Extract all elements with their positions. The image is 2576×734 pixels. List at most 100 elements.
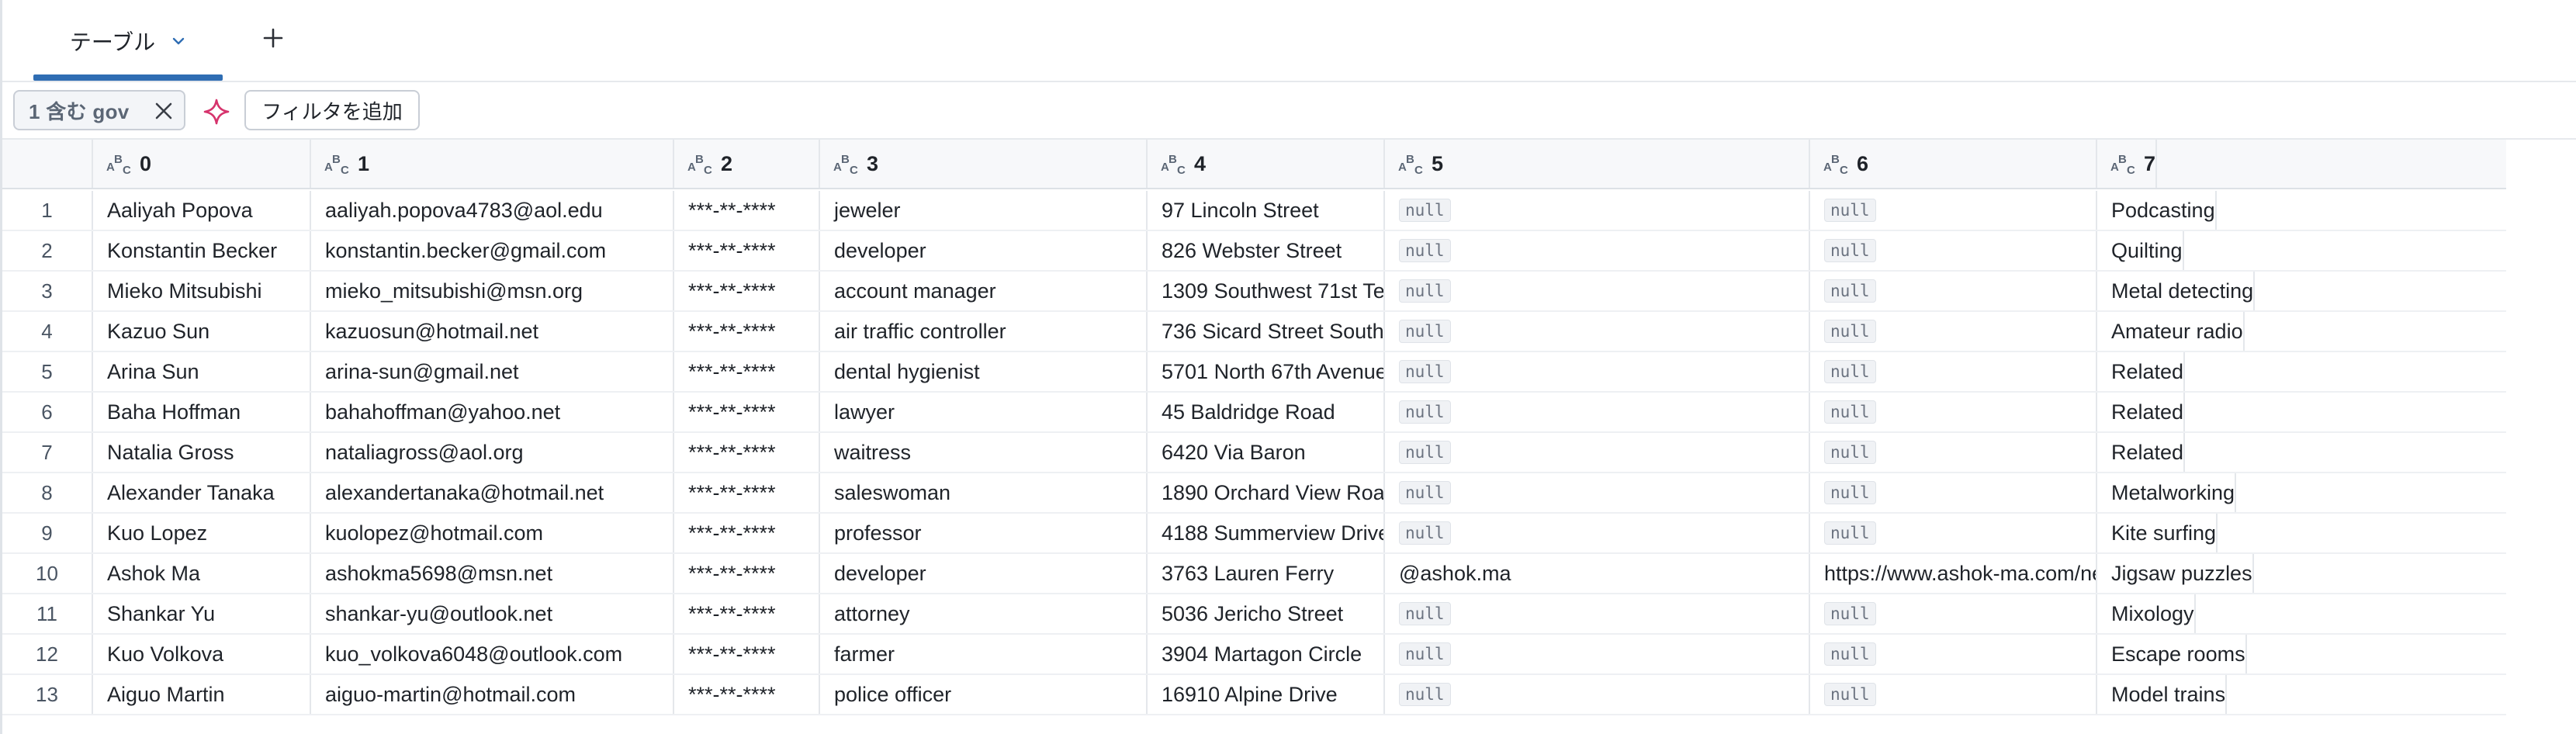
table-cell[interactable]: developer xyxy=(820,554,1148,593)
table-cell[interactable]: Jigsaw puzzles xyxy=(2097,554,2254,593)
table-cell[interactable]: Arina Sun xyxy=(93,352,311,391)
table-cell[interactable]: farmer xyxy=(820,635,1148,673)
table-cell[interactable]: ***-**-**** xyxy=(674,594,820,633)
table-cell[interactable]: ***-**-**** xyxy=(674,352,820,391)
table-row[interactable]: 9 Kuo Lopez kuolopez@hotmail.com ***-**-***… xyxy=(2,514,2506,554)
table-cell[interactable]: ***-**-**** xyxy=(674,312,820,351)
table-cell[interactable]: alexandertanaka@hotmail.net xyxy=(311,473,674,512)
table-cell[interactable]: 1309 Southwest 71st Terrace xyxy=(1148,272,1385,310)
chevron-down-icon[interactable] xyxy=(171,33,186,49)
table-cell[interactable]: kazuosun@hotmail.net xyxy=(311,312,674,351)
table-cell[interactable]: Related xyxy=(2097,352,2186,391)
table-cell[interactable]: null xyxy=(1810,514,2097,552)
table-cell[interactable]: Baha Hoffman xyxy=(93,393,311,431)
column-header-7[interactable]: ABC 7 xyxy=(2097,140,2158,188)
table-cell[interactable]: null xyxy=(1810,352,2097,391)
table-cell[interactable]: null xyxy=(1810,272,2097,310)
add-filter-button[interactable]: フィルタを追加 xyxy=(244,90,420,130)
table-cell[interactable]: ***-**-**** xyxy=(674,272,820,310)
table-row[interactable]: 4 Kazuo Sun kazuosun@hotmail.net ***-**-***… xyxy=(2,312,2506,352)
table-cell[interactable]: null xyxy=(1810,312,2097,351)
table-cell[interactable]: Podcasting xyxy=(2097,191,2217,230)
close-icon[interactable] xyxy=(153,100,175,122)
table-row[interactable]: 8 Alexander Tanaka alexandertanaka@hotmail… xyxy=(2,473,2506,514)
table-cell[interactable]: null xyxy=(1385,594,1810,633)
table-cell[interactable]: null xyxy=(1385,312,1810,351)
table-cell[interactable]: null xyxy=(1810,191,2097,230)
table-cell[interactable]: 3904 Martagon Circle xyxy=(1148,635,1385,673)
table-cell[interactable]: Natalia Gross xyxy=(93,433,311,472)
table-cell[interactable]: null xyxy=(1385,393,1810,431)
table-cell[interactable]: aaliyah.popova4783@aol.edu xyxy=(311,191,674,230)
table-cell[interactable]: Shankar Yu xyxy=(93,594,311,633)
column-header-6[interactable]: ABC 6 xyxy=(1810,140,2097,188)
column-header-4[interactable]: ABC 4 xyxy=(1148,140,1385,188)
table-cell[interactable]: mieko_mitsubishi@msn.org xyxy=(311,272,674,310)
table-cell[interactable]: 16910 Alpine Drive xyxy=(1148,675,1385,714)
table-cell[interactable]: ashokma5698@msn.net xyxy=(311,554,674,593)
table-cell[interactable]: Kazuo Sun xyxy=(93,312,311,351)
table-row[interactable]: 10 Ashok Ma ashokma5698@msn.net ***-**-****… xyxy=(2,554,2506,594)
table-cell[interactable]: Escape rooms xyxy=(2097,635,2247,673)
table-cell[interactable]: null xyxy=(1810,675,2097,714)
table-cell[interactable]: 97 Lincoln Street xyxy=(1148,191,1385,230)
table-cell[interactable]: Quilting xyxy=(2097,231,2184,270)
table-cell[interactable]: null xyxy=(1385,352,1810,391)
table-cell[interactable]: null xyxy=(1810,594,2097,633)
table-cell[interactable]: konstantin.becker@gmail.com xyxy=(311,231,674,270)
table-cell[interactable]: lawyer xyxy=(820,393,1148,431)
table-cell[interactable]: nataliagross@aol.org xyxy=(311,433,674,472)
table-cell[interactable]: 4188 Summerview Drive xyxy=(1148,514,1385,552)
table-cell[interactable]: Related xyxy=(2097,393,2186,431)
table-cell[interactable]: Ashok Ma xyxy=(93,554,311,593)
table-cell[interactable]: ***-**-**** xyxy=(674,554,820,593)
table-row[interactable]: 7 Natalia Gross nataliagross@aol.org ***-**… xyxy=(2,433,2506,473)
table-cell[interactable]: Metalworking xyxy=(2097,473,2237,512)
table-cell[interactable]: bahahoffman@yahoo.net xyxy=(311,393,674,431)
column-header-5[interactable]: ABC 5 xyxy=(1385,140,1810,188)
table-cell[interactable]: Mieko Mitsubishi xyxy=(93,272,311,310)
table-cell[interactable]: Aiguo Martin xyxy=(93,675,311,714)
table-cell[interactable]: aiguo-martin@hotmail.com xyxy=(311,675,674,714)
table-cell[interactable]: police officer xyxy=(820,675,1148,714)
table-cell[interactable]: jeweler xyxy=(820,191,1148,230)
table-cell[interactable]: ***-**-**** xyxy=(674,433,820,472)
table-row[interactable]: 6 Baha Hoffman bahahoffman@yahoo.net ***-**… xyxy=(2,393,2506,433)
table-cell[interactable]: Aaliyah Popova xyxy=(93,191,311,230)
table-row[interactable]: 1 Aaliyah Popova aaliyah.popova4783@aol.ed… xyxy=(2,191,2506,231)
table-cell[interactable]: 1890 Orchard View Road xyxy=(1148,473,1385,512)
table-row[interactable]: 3 Mieko Mitsubishi mieko_mitsubishi@msn.or… xyxy=(2,272,2506,312)
table-row[interactable]: 5 Arina Sun arina-sun@gmail.net ***-**-****… xyxy=(2,352,2506,393)
table-cell[interactable]: 5701 North 67th Avenue xyxy=(1148,352,1385,391)
filter-chip[interactable]: 1 含む gov xyxy=(13,90,185,130)
table-cell[interactable]: arina-sun@gmail.net xyxy=(311,352,674,391)
table-cell[interactable]: null xyxy=(1810,393,2097,431)
table-cell[interactable]: saleswoman xyxy=(820,473,1148,512)
table-cell[interactable]: ***-**-**** xyxy=(674,473,820,512)
table-cell[interactable]: 5036 Jericho Street xyxy=(1148,594,1385,633)
table-cell[interactable]: ***-**-**** xyxy=(674,675,820,714)
table-cell[interactable]: null xyxy=(1385,433,1810,472)
table-cell[interactable]: Alexander Tanaka xyxy=(93,473,311,512)
table-cell[interactable]: null xyxy=(1385,635,1810,673)
table-cell[interactable]: Mixology xyxy=(2097,594,2196,633)
table-cell[interactable]: 6420 Via Baron xyxy=(1148,433,1385,472)
table-cell[interactable]: kuolopez@hotmail.com xyxy=(311,514,674,552)
table-cell[interactable]: air traffic controller xyxy=(820,312,1148,351)
table-cell[interactable]: 736 Sicard Street Southeast xyxy=(1148,312,1385,351)
table-cell[interactable]: ***-**-**** xyxy=(674,231,820,270)
column-header-1[interactable]: ABC 1 xyxy=(311,140,674,188)
table-cell[interactable]: Kuo Volkova xyxy=(93,635,311,673)
table-row[interactable]: 13 Aiguo Martin aiguo-martin@hotmail.com **… xyxy=(2,675,2506,715)
table-row[interactable]: 2 Konstantin Becker konstantin.becker@gmai… xyxy=(2,231,2506,272)
table-cell[interactable]: Amateur radio xyxy=(2097,312,2245,351)
table-cell[interactable]: waitress xyxy=(820,433,1148,472)
table-cell[interactable]: dental hygienist xyxy=(820,352,1148,391)
table-cell[interactable]: Kuo Lopez xyxy=(93,514,311,552)
table-cell[interactable]: shankar-yu@outlook.net xyxy=(311,594,674,633)
table-cell[interactable]: null xyxy=(1385,473,1810,512)
table-cell[interactable]: ***-**-**** xyxy=(674,393,820,431)
tab-table[interactable]: テーブル xyxy=(33,0,223,82)
table-cell[interactable]: null xyxy=(1810,635,2097,673)
table-cell[interactable]: attorney xyxy=(820,594,1148,633)
